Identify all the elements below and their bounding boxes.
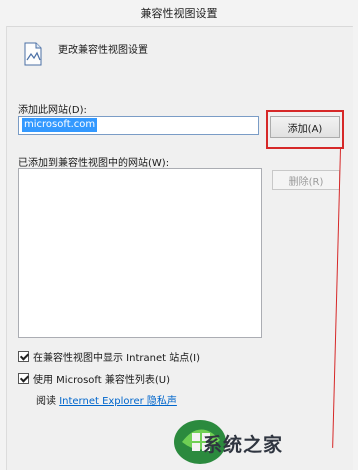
mslist-option[interactable]: 使用 Microsoft 兼容性列表(U) <box>18 371 170 386</box>
add-site-input[interactable]: microsoft.com <box>18 116 259 135</box>
header-title: 更改兼容性视图设置 <box>58 45 148 56</box>
privacy-link[interactable]: Internet Explorer 隐私声 <box>59 396 177 407</box>
mslist-checkbox[interactable] <box>18 373 29 384</box>
page-settings-icon <box>24 42 42 66</box>
site-list[interactable] <box>18 168 262 338</box>
add-button-highlight <box>266 110 344 149</box>
mslist-label: 使用 Microsoft 兼容性列表(U) <box>33 375 170 386</box>
sites-list-label: 已添加到兼容性视图中的网站(W): <box>18 158 170 169</box>
title-bar: 兼容性视图设置 <box>0 0 358 27</box>
remove-button[interactable]: 删除(R) <box>272 170 340 190</box>
privacy-prefix: 阅读 <box>36 396 56 407</box>
watermark-text: 系统之家 <box>203 434 284 456</box>
intranet-option[interactable]: 在兼容性视图中显示 Intranet 站点(I) <box>18 349 200 364</box>
add-site-label: 添加此网站(D): <box>18 105 87 116</box>
window-frame-left <box>0 26 7 470</box>
intranet-checkbox[interactable] <box>18 351 29 362</box>
privacy-line: 阅读 Internet Explorer 隐私声 <box>36 392 177 407</box>
intranet-label: 在兼容性视图中显示 Intranet 站点(I) <box>33 353 200 364</box>
window-title: 兼容性视图设置 <box>140 7 218 20</box>
add-site-input-value: microsoft.com <box>22 118 98 132</box>
